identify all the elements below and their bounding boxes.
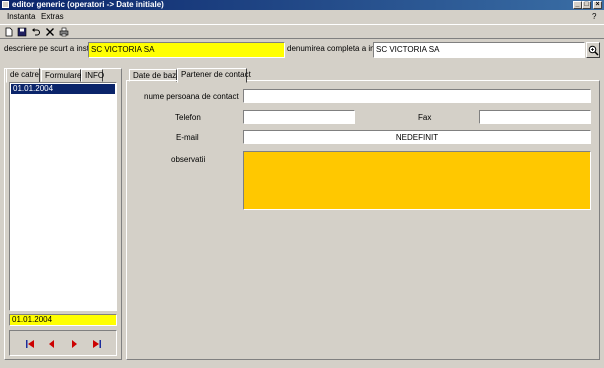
- menu-help[interactable]: ?: [592, 11, 596, 23]
- notes-field[interactable]: [243, 151, 591, 210]
- new-icon[interactable]: [4, 27, 15, 37]
- menu-bar: Instanta Extras ?: [0, 11, 604, 23]
- next-record-icon[interactable]: [68, 339, 80, 349]
- maximize-button[interactable]: □: [582, 1, 591, 9]
- contact-name-label: nume persoana de contact: [144, 92, 239, 101]
- save-icon[interactable]: [17, 27, 28, 37]
- tab-de-catre[interactable]: de catre: [6, 68, 40, 83]
- magnifier-icon: [588, 45, 599, 56]
- phone-label: Telefon: [175, 113, 201, 122]
- last-record-icon[interactable]: [91, 339, 103, 349]
- fax-field[interactable]: [479, 110, 591, 124]
- toolbar: [0, 24, 604, 39]
- current-date-field[interactable]: 01.01.2004: [9, 314, 117, 326]
- zoom-button[interactable]: [586, 42, 600, 58]
- contact-name-field[interactable]: [243, 89, 591, 103]
- first-record-icon[interactable]: [24, 339, 36, 349]
- short-description-field[interactable]: SC VICTORIA SA: [88, 42, 285, 58]
- notes-label: observatii: [171, 155, 206, 164]
- close-button[interactable]: ×: [593, 1, 602, 9]
- date-list[interactable]: 01.01.2004: [9, 82, 117, 311]
- full-name-label: denumirea completa a in...: [287, 44, 382, 53]
- app-icon: [2, 1, 9, 8]
- title-bar: editor generic (operatori -> Date initia…: [0, 0, 604, 10]
- email-field[interactable]: NEDEFINIT: [243, 130, 591, 144]
- menu-extras[interactable]: Extras: [41, 11, 64, 23]
- email-label: E-mail: [176, 133, 199, 142]
- tab-partener-de-contact[interactable]: Partener de contact: [177, 68, 251, 83]
- delete-icon[interactable]: [45, 27, 56, 37]
- minimize-button[interactable]: _: [573, 1, 582, 9]
- short-description-label: descriere pe scurt a inst...: [4, 44, 96, 53]
- undo-icon[interactable]: [31, 27, 42, 37]
- menu-instanta[interactable]: Instanta: [7, 11, 35, 23]
- previous-record-icon[interactable]: [46, 339, 58, 349]
- list-item[interactable]: 01.01.2004: [11, 84, 115, 94]
- print-icon[interactable]: [59, 27, 70, 37]
- window-title: editor generic (operatori -> Date initia…: [12, 0, 164, 9]
- full-name-field[interactable]: SC VICTORIA SA: [373, 42, 585, 58]
- phone-field[interactable]: [243, 110, 355, 124]
- fax-label: Fax: [418, 113, 432, 122]
